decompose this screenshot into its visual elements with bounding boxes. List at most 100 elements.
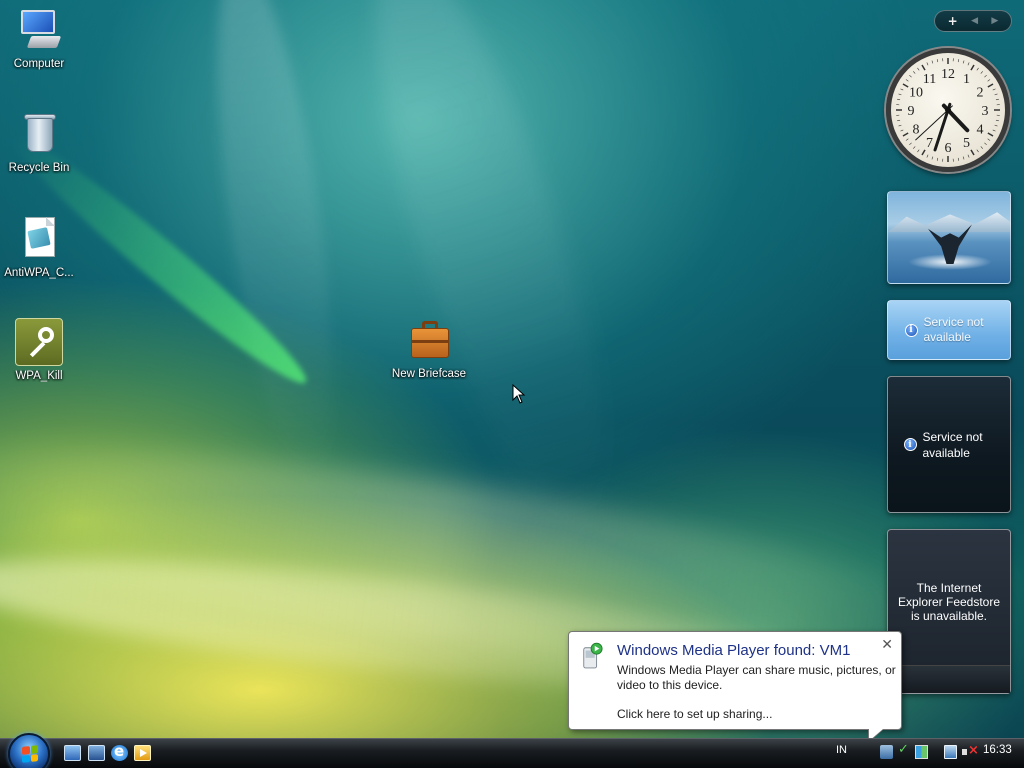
computer-icon bbox=[15, 6, 63, 54]
clock-numeral: 11 bbox=[923, 72, 936, 87]
add-gadget-button[interactable]: + bbox=[948, 14, 958, 28]
clock-tick bbox=[900, 88, 904, 91]
clock-tick bbox=[898, 93, 902, 96]
clock-tick bbox=[992, 88, 996, 91]
desktop-icon-new-briefcase[interactable]: New Briefcase bbox=[385, 316, 473, 380]
clock-tick bbox=[917, 149, 920, 153]
clock-tick bbox=[921, 64, 926, 71]
clock-tick bbox=[957, 59, 960, 63]
clock-tick bbox=[912, 71, 916, 74]
slideshow-gadget[interactable] bbox=[887, 191, 1011, 284]
mouse-pointer-icon bbox=[512, 383, 526, 407]
start-button[interactable] bbox=[8, 733, 50, 768]
switch-windows-icon[interactable] bbox=[88, 745, 105, 761]
feed-headlines-gadget[interactable]: The Internet Explorer Feedstore is unava… bbox=[887, 529, 1011, 694]
clock-numeral: 1 bbox=[963, 72, 970, 87]
internet-explorer-icon[interactable] bbox=[111, 742, 128, 761]
clock-tick bbox=[905, 79, 909, 82]
clock-tick bbox=[967, 62, 970, 66]
set-up-sharing-link[interactable]: Click here to set up sharing... bbox=[617, 707, 772, 721]
desktop-icon-label: New Briefcase bbox=[391, 368, 467, 380]
clock-face: 12 12 3 45678 9 1011 bbox=[896, 58, 1000, 162]
network-sharing-icon[interactable] bbox=[880, 745, 893, 759]
info-icon: i bbox=[904, 323, 918, 337]
sidebar-controls: + ◀ ▶ bbox=[934, 10, 1012, 32]
notification-body: Windows Media Player can share music, pi… bbox=[617, 663, 896, 692]
windows-update-icon[interactable] bbox=[915, 745, 928, 759]
clock-tick bbox=[984, 74, 987, 78]
clock-tick bbox=[931, 60, 934, 64]
clock-tick bbox=[926, 62, 929, 66]
clock-numeral: 3 bbox=[982, 104, 989, 119]
network-icon[interactable] bbox=[944, 745, 957, 759]
stocks-message: Service not available bbox=[922, 429, 983, 460]
recycle-bin-icon bbox=[15, 110, 63, 158]
clock-tick bbox=[902, 132, 909, 137]
clock-gadget[interactable]: 12 1 2 3 4 5 6 7 8 9 10 11 bbox=[886, 48, 1010, 172]
clock-tick bbox=[936, 157, 939, 161]
clock-tick bbox=[995, 98, 999, 101]
desktop-icon-antiwpa[interactable]: AntiWPA_C... bbox=[0, 215, 78, 279]
clock-numeral: 4 bbox=[977, 123, 984, 138]
clock-tick bbox=[976, 149, 979, 153]
clock-tick bbox=[926, 154, 929, 158]
key-icon bbox=[15, 318, 63, 366]
desktop-icon-computer[interactable]: Computer bbox=[0, 6, 78, 70]
clock-numeral: 9 bbox=[908, 104, 915, 119]
clock-tick bbox=[987, 83, 994, 88]
clock-tick bbox=[962, 156, 965, 160]
clock-tick bbox=[898, 124, 902, 127]
clock-tick bbox=[957, 157, 960, 161]
weather-gadget[interactable]: i Service not available bbox=[887, 300, 1011, 360]
wallpaper-streak bbox=[194, 0, 356, 484]
clock-tick bbox=[917, 67, 920, 71]
clock-center bbox=[945, 107, 951, 113]
clock-tick bbox=[994, 124, 998, 127]
desktop-icon-label: AntiWPA_C... bbox=[4, 267, 74, 279]
wallpaper-streak bbox=[330, 0, 650, 547]
clock-tick bbox=[909, 142, 912, 146]
taskbar-clock[interactable]: 16:33 bbox=[983, 744, 1012, 756]
stocks-gadget[interactable]: i Service not available bbox=[887, 376, 1011, 513]
close-icon[interactable]: ✕ bbox=[881, 636, 893, 653]
language-indicator[interactable]: IN bbox=[836, 744, 847, 756]
slideshow-image bbox=[888, 212, 1010, 232]
media-player-device-icon bbox=[583, 642, 603, 669]
security-check-icon[interactable] bbox=[898, 742, 911, 759]
clock-tick bbox=[995, 119, 999, 122]
clock-tick bbox=[980, 71, 984, 74]
clock-tick bbox=[936, 59, 939, 63]
info-icon: i bbox=[903, 438, 917, 451]
file-icon bbox=[15, 215, 63, 263]
previous-page-button[interactable]: ◀ bbox=[971, 16, 978, 26]
clock-tick bbox=[987, 138, 991, 141]
clock-tick bbox=[900, 129, 904, 132]
show-desktop-icon[interactable] bbox=[64, 745, 81, 761]
clock-tick bbox=[980, 146, 984, 149]
clock-tick bbox=[992, 129, 996, 132]
desktop-icon-wpa-kill[interactable]: WPA_Kill bbox=[0, 318, 78, 382]
notification-title: Windows Media Player found: VM1 bbox=[617, 642, 851, 659]
notification-balloon[interactable]: Windows Media Player found: VM1 Windows … bbox=[568, 631, 902, 743]
windows-logo-icon bbox=[22, 745, 38, 763]
clock-numeral: 6 bbox=[945, 141, 952, 156]
clock-tick bbox=[967, 154, 970, 158]
volume-muted-icon[interactable] bbox=[962, 743, 979, 759]
desktop-icon-recycle-bin[interactable]: Recycle Bin bbox=[0, 110, 78, 174]
clock-numeral: 2 bbox=[977, 86, 984, 101]
next-page-button[interactable]: ▶ bbox=[991, 16, 998, 26]
feed-message: The Internet Explorer Feedstore is unava… bbox=[897, 580, 1001, 623]
weather-message: Service not available bbox=[923, 315, 984, 344]
clock-tick bbox=[976, 67, 979, 71]
clock-tick bbox=[962, 60, 965, 64]
clock-numeral: 10 bbox=[909, 86, 923, 101]
clock-tick bbox=[905, 138, 909, 141]
clock-numeral: 7 bbox=[926, 136, 933, 151]
clock-tick bbox=[921, 149, 926, 156]
media-player-icon[interactable] bbox=[134, 745, 151, 761]
clock-tick bbox=[970, 149, 975, 156]
desktop-icon-label: WPA_Kill bbox=[15, 370, 63, 382]
clock-tick bbox=[909, 74, 912, 78]
clock-tick bbox=[970, 64, 975, 71]
clock-tick bbox=[897, 119, 901, 122]
